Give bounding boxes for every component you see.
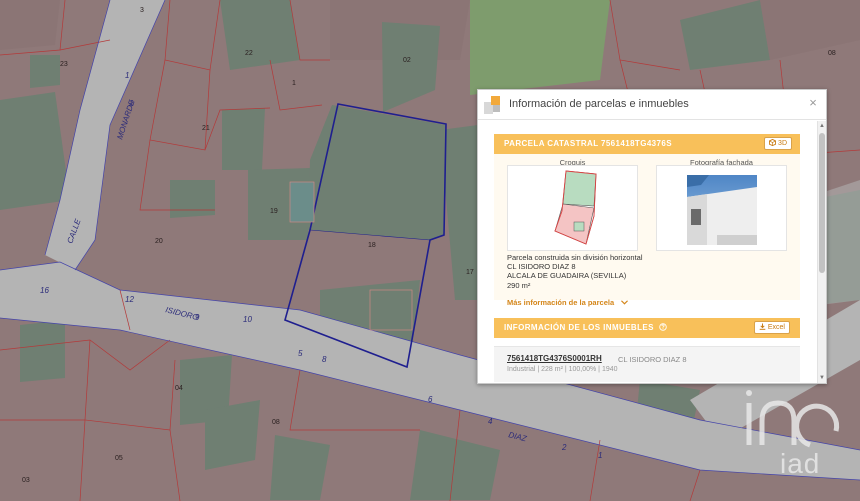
download-icon [759,323,766,330]
street-number: 1 [125,71,129,80]
parcel-address: CL ISIDORO DIAZ 8 [507,262,576,272]
parcel-number: 1 [292,80,296,87]
parcel-info-dialog[interactable]: Información de parcelas e inmuebles × PA… [477,89,827,384]
cube-icon [769,139,777,146]
scroll-up-arrow-icon[interactable]: ▲ [818,122,826,130]
inmueble-details: Industrial | 228 m² | 100,00% | 1940 [507,366,618,373]
view-3d-label: 3D [778,140,787,147]
street-number: 4 [488,417,493,426]
inmueble-row[interactable]: 7561418TG4376S0001RH CL ISIDORO DIAZ 8 I… [494,346,800,382]
export-excel-label: Excel [767,324,785,331]
street-number: 2 [128,99,134,108]
parcel-number: 20 [155,238,163,245]
export-excel-button[interactable]: Excel [753,321,790,334]
parcel-number: 08 [272,419,280,426]
scroll-down-arrow-icon[interactable]: ▼ [818,374,826,382]
street-number: 9 [195,313,200,322]
help-icon[interactable] [658,323,667,331]
courtyard [289,181,315,223]
facade-photo-thumbnail[interactable] [656,165,787,251]
croquis-sketch [554,170,597,245]
dialog-title: Información de parcelas e inmuebles [509,98,689,110]
parcel-number: 23 [60,61,68,68]
facade-photo [687,175,757,245]
croquis-thumbnail[interactable] [507,165,638,251]
parcel-number: 08 [828,50,836,57]
parcel-area: 290 m² [507,280,531,290]
parcel-number: 18 [368,242,376,249]
street-number: 12 [125,295,134,304]
parcel-description: Parcela construida sin división horizont… [507,253,643,262]
iad-wordmark: iad [780,448,821,479]
chevron-down-icon [621,300,629,305]
parcel-number: 21 [202,125,210,132]
dialog-header: Información de parcelas e inmuebles × [478,90,826,120]
dialog-scrollbar[interactable]: ▲ ▼ [817,121,826,383]
parcel-number: 22 [245,50,253,57]
dialog-content[interactable]: PARCELA CATASTRAL 7561418TG4376S 3D Croq… [478,121,826,383]
street-number: 8 [322,355,327,364]
close-icon[interactable]: × [806,96,820,110]
parcel-number: 04 [175,385,183,392]
street-number: 2 [561,443,567,452]
parcel-number: 19 [270,208,278,215]
parcel-details: Parcela construida sin división horizont… [507,253,643,290]
inmuebles-heading: INFORMACIÓN DE LOS INMUEBLES [504,323,667,332]
street-number: 5 [298,349,303,358]
more-parcel-info-link[interactable]: Más información de la parcela [507,298,629,307]
view-3d-button[interactable]: 3D [764,137,792,150]
more-parcel-info-label: Más información de la parcela [507,298,615,307]
street-number: 6 [428,395,433,404]
parcel-header-bar: PARCELA CATASTRAL 7561418TG4376S 3D [494,134,800,154]
inmueble-reference-link[interactable]: 7561418TG4376S0001RH [507,354,602,363]
inmuebles-heading-text: INFORMACIÓN DE LOS INMUEBLES [504,323,654,332]
street-number: 1 [598,451,602,460]
inmuebles-header-bar: INFORMACIÓN DE LOS INMUEBLES Excel [494,318,800,338]
parcel-heading: PARCELA CATASTRAL 7561418TG4376S [504,139,672,148]
inmueble-address: CL ISIDORO DIAZ 8 [618,355,687,364]
parcel-number: 03 [22,477,30,484]
parcel-city: ALCALA DE GUADAIRA (SEVILLA) [507,271,627,281]
parcel-number: 02 [403,57,411,64]
street-number: 16 [40,286,49,295]
catastro-logo-icon [484,96,500,114]
street-number: 10 [243,315,252,324]
parcel-number: 05 [115,455,123,462]
scroll-thumb[interactable] [819,133,825,273]
parcel-body: Croquis Fotografía fachada Parcela const… [494,154,800,307]
parcel-number: 17 [466,269,474,276]
